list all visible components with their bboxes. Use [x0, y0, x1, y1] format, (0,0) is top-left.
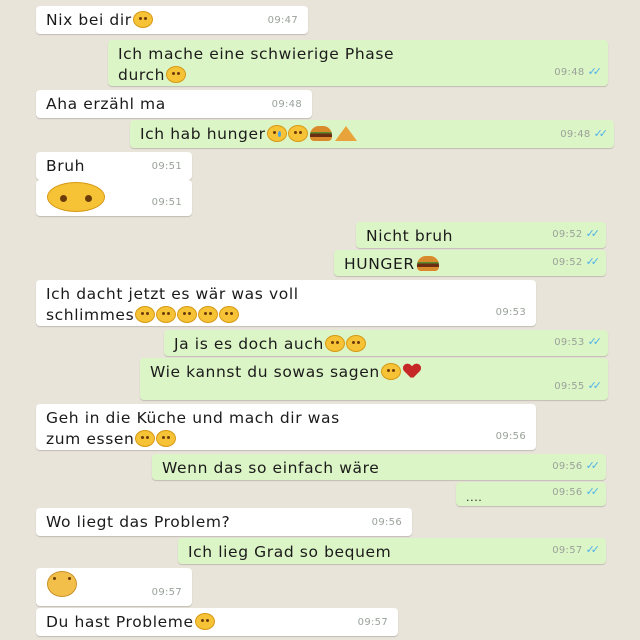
- message-text: Ich mache eine schwierige Phase: [118, 45, 395, 63]
- message-time: 09:55 ✓✓: [554, 379, 603, 392]
- message-outgoing[interactable]: Nicht bruh 09:52 ✓✓: [356, 222, 606, 248]
- message-incoming[interactable]: Aha erzähl ma 09:48: [36, 90, 312, 118]
- message-text: Ich dacht jetzt es wär was voll: [46, 285, 299, 303]
- burger-icon: [416, 256, 439, 271]
- message-time: 09:56 ✓✓: [552, 459, 601, 472]
- emoji-face-icon: [177, 306, 198, 323]
- emoji-face-icon: [287, 125, 308, 142]
- chat-conversation: Nix bei dir 09:47 Ich mache eine schwier…: [0, 0, 640, 640]
- message-text: zum essen: [46, 430, 135, 448]
- message-time: 09:48 ✓✓: [554, 65, 603, 78]
- message-outgoing[interactable]: Wie kannst du sowas sagen 09:55 ✓✓: [140, 358, 608, 400]
- message-incoming[interactable]: Nix bei dir 09:47: [36, 6, 308, 34]
- message-time: 09:47: [267, 15, 298, 26]
- message-time: 09:56 ✓✓: [552, 485, 601, 498]
- message-outgoing[interactable]: HUNGER 09:52 ✓✓: [334, 250, 606, 276]
- double-check-icon: ✓✓: [593, 127, 609, 140]
- double-check-icon: ✓✓: [585, 227, 601, 240]
- double-check-icon: ✓✓: [585, 255, 601, 268]
- double-check-icon: ✓✓: [585, 485, 601, 498]
- message-text: Wie kannst du sowas sagen: [150, 363, 380, 381]
- pizza-icon: [334, 126, 357, 141]
- message-text: Geh in die Küche und mach dir was: [46, 409, 340, 427]
- double-check-icon: ✓✓: [587, 335, 603, 348]
- emoji-face-icon: [219, 306, 240, 323]
- broken-heart-icon: [404, 364, 420, 379]
- message-text: Wo liegt das Problem?: [46, 513, 231, 531]
- message-incoming[interactable]: Bruh 09:51: [36, 152, 192, 180]
- double-check-icon: ✓✓: [587, 65, 603, 78]
- message-time: 09:57: [151, 587, 182, 598]
- message-incoming[interactable]: Wo liegt das Problem? 09:56: [36, 508, 412, 536]
- emoji-face-icon: [198, 306, 219, 323]
- message-time: 09:53 ✓✓: [554, 335, 603, 348]
- message-time: 09:56: [371, 517, 402, 528]
- message-time: 09:52 ✓✓: [552, 227, 601, 240]
- message-outgoing[interactable]: Ich mache eine schwierige Phase durch 09…: [108, 40, 608, 86]
- message-time: 09:48 ✓✓: [560, 127, 609, 140]
- emoji-face-icon: [166, 66, 187, 83]
- emoji-face-icon: [194, 613, 215, 630]
- message-text: Du hast Probleme: [46, 613, 194, 631]
- message-outgoing[interactable]: Ich hab hunger 09:48 ✓✓: [130, 120, 614, 148]
- message-incoming[interactable]: 09:57: [36, 568, 192, 606]
- message-text: Ich hab hunger: [140, 125, 266, 143]
- message-incoming[interactable]: Geh in die Küche und mach dir was zum es…: [36, 404, 536, 450]
- message-text: Bruh: [46, 157, 86, 175]
- person-emoji-icon: [47, 571, 77, 597]
- message-text: Nix bei dir: [46, 11, 132, 29]
- message-text: ....: [466, 491, 483, 504]
- message-incoming[interactable]: Ich dacht jetzt es wär was voll schlimme…: [36, 280, 536, 326]
- emoji-face-icon: [132, 11, 153, 28]
- emoji-face-icon: [345, 335, 366, 352]
- message-text: Ja is es doch auch: [174, 335, 324, 353]
- message-time: 09:51: [151, 161, 182, 172]
- message-text: Ich lieg Grad so bequem: [188, 543, 392, 561]
- emoji-face-icon: [324, 335, 345, 352]
- emoji-face-icon: [135, 306, 156, 323]
- message-text: Wenn das so einfach wäre: [162, 459, 380, 477]
- message-time: 09:52 ✓✓: [552, 255, 601, 268]
- message-time: 09:48: [271, 99, 302, 110]
- double-check-icon: ✓✓: [585, 459, 601, 472]
- emoji-face-icon: [156, 430, 177, 447]
- message-time: 09:56: [495, 431, 526, 442]
- message-outgoing[interactable]: Wenn das so einfach wäre 09:56 ✓✓: [152, 454, 606, 480]
- double-check-icon: ✓✓: [585, 543, 601, 556]
- burger-icon: [309, 126, 332, 141]
- double-check-icon: ✓✓: [587, 379, 603, 392]
- laughing-face-icon: [47, 182, 105, 212]
- message-text: HUNGER: [344, 255, 415, 273]
- message-incoming[interactable]: Du hast Probleme 09:57: [36, 608, 398, 636]
- message-outgoing[interactable]: .... 09:56 ✓✓: [456, 482, 606, 506]
- message-incoming[interactable]: 09:51: [36, 180, 192, 216]
- message-text: durch: [118, 66, 166, 84]
- crying-face-icon: [266, 125, 287, 142]
- message-outgoing[interactable]: Ich lieg Grad so bequem 09:57 ✓✓: [178, 538, 606, 564]
- emoji-face-icon: [380, 363, 401, 380]
- message-time: 09:57: [357, 617, 388, 628]
- emoji-face-icon: [156, 306, 177, 323]
- message-time: 09:51: [151, 197, 182, 208]
- emoji-face-icon: [135, 430, 156, 447]
- message-time: 09:57 ✓✓: [552, 543, 601, 556]
- message-time: 09:53: [495, 307, 526, 318]
- message-text: Aha erzähl ma: [46, 95, 166, 113]
- message-text: schlimmes: [46, 306, 135, 324]
- message-outgoing[interactable]: Ja is es doch auch 09:53 ✓✓: [164, 330, 608, 356]
- message-text: Nicht bruh: [366, 227, 454, 245]
